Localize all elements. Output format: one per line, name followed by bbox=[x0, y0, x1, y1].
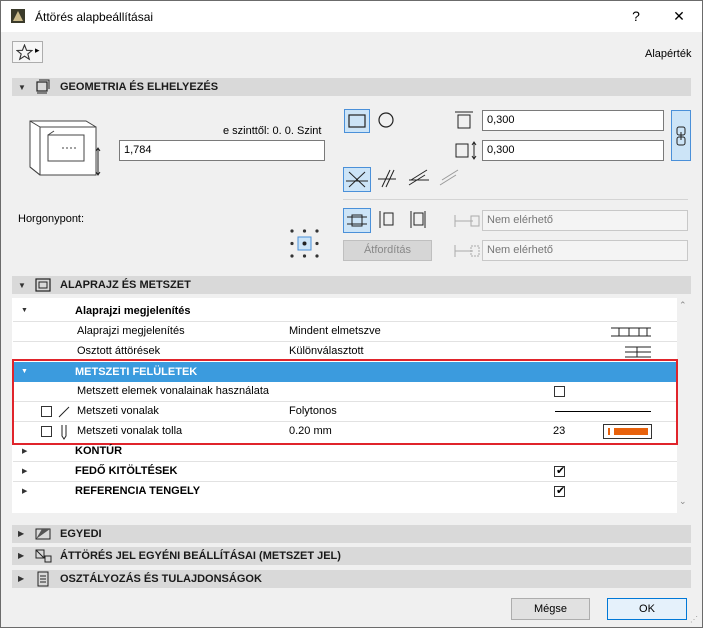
default-label: Alapérték bbox=[645, 48, 692, 60]
document-icon bbox=[37, 571, 49, 587]
collapsed-icon: ▶ bbox=[22, 488, 28, 495]
depth-icon-1 bbox=[454, 215, 480, 227]
scroll-down-icon[interactable]: ⌄ bbox=[679, 496, 687, 507]
help-button[interactable]: ? bbox=[613, 1, 659, 32]
star-icon bbox=[16, 44, 33, 61]
group-cover-fills[interactable]: ▶ FEDŐ KITÖLTÉSEK ✔ bbox=[13, 462, 677, 482]
circle-shape-button[interactable] bbox=[374, 109, 400, 133]
circle-icon bbox=[378, 112, 394, 128]
orientation-option-2[interactable] bbox=[374, 167, 402, 192]
anchor-label: Horgonypont: bbox=[18, 213, 85, 225]
ok-button[interactable]: OK bbox=[607, 598, 687, 620]
checkmark-icon: ✔ bbox=[556, 465, 566, 477]
rectangle-icon bbox=[348, 114, 366, 128]
row-value[interactable]: Mindent elmetszve bbox=[289, 325, 381, 337]
geometry-separator bbox=[343, 199, 688, 200]
table-row[interactable]: Alaprajzi megjelenítés Mindent elmetszve bbox=[13, 322, 677, 342]
cancel-button[interactable]: Mégse bbox=[511, 598, 590, 620]
window-title: Áttörés alapbeállításai bbox=[35, 10, 154, 24]
favorites-arrow-icon: ▸ bbox=[35, 45, 40, 55]
width-field[interactable]: 0,300 bbox=[482, 110, 664, 131]
checkmark-icon: ✔ bbox=[556, 485, 566, 497]
close-button[interactable]: ✕ bbox=[656, 1, 702, 32]
rectangle-shape-button[interactable] bbox=[344, 109, 370, 133]
favorites-button[interactable]: ▸ bbox=[12, 41, 43, 63]
display-mode-icon bbox=[611, 327, 651, 337]
collapse-icon: ▼ bbox=[18, 281, 26, 290]
collapsed-icon: ▶ bbox=[18, 551, 25, 560]
highlight-frame bbox=[12, 359, 678, 445]
row-name: Alaprajzi megjelenítés bbox=[77, 325, 185, 337]
dialog-window: Áttörés alapbeállításai ? ✕ ▸ Alapérték … bbox=[0, 0, 703, 628]
group-label: REFERENCIA TENGELY bbox=[75, 485, 201, 497]
scroll-up-icon[interactable]: ⌃ bbox=[679, 300, 687, 311]
section-custom-label: EGYEDI bbox=[60, 528, 102, 540]
perpendicular-cut-icon bbox=[346, 171, 368, 188]
group-floorplan-display[interactable]: ▼ Alaprajzi megjelenítés bbox=[13, 302, 677, 322]
app-icon bbox=[11, 9, 25, 23]
group-reference-axis[interactable]: ▶ REFERENCIA TENGELY ✔ bbox=[13, 482, 677, 502]
custom-cut-icon bbox=[439, 169, 459, 186]
geometry-icon bbox=[36, 79, 50, 94]
collapsed-icon: ▶ bbox=[18, 529, 25, 538]
group-label: Alaprajzi megjelenítés bbox=[75, 305, 191, 317]
cover-fills-checkbox[interactable]: ✔ bbox=[554, 465, 566, 477]
reveal-option-1[interactable] bbox=[343, 208, 371, 233]
horizontal-cut-icon bbox=[408, 169, 429, 186]
split-openings-icon bbox=[625, 346, 651, 358]
reveal-option-2[interactable] bbox=[374, 208, 402, 233]
section-geometry[interactable]: ▼ GEOMETRIA ÉS ELHELYEZÉS bbox=[12, 78, 691, 96]
depth-icon-2 bbox=[454, 245, 480, 257]
elevation-field[interactable]: 1,784 bbox=[119, 140, 325, 161]
orientation-option-3[interactable] bbox=[405, 167, 433, 192]
section-marker[interactable]: ▶ ÁTTÖRÉS JEL EGYÉNI BEÁLLÍTÁSAI (METSZE… bbox=[12, 547, 691, 565]
reveal-both-icon bbox=[347, 214, 367, 227]
orientation-option-4[interactable] bbox=[436, 167, 464, 192]
level-label: e szinttől: 0. 0. Szint bbox=[223, 125, 322, 137]
opening-preview-icon bbox=[29, 120, 101, 176]
link-dimensions-button[interactable] bbox=[671, 110, 691, 161]
reveal-option-3[interactable] bbox=[405, 208, 433, 233]
section-floorplan[interactable]: ▼ ALAPRAJZ ÉS METSZET bbox=[12, 276, 691, 294]
group-contour[interactable]: ▶ KONTÚR bbox=[13, 442, 677, 462]
row-value[interactable]: Különválasztott bbox=[289, 345, 364, 357]
section-geometry-label: GEOMETRIA ÉS ELHELYEZÉS bbox=[60, 81, 219, 93]
section-floorplan-label: ALAPRAJZ ÉS METSZET bbox=[60, 279, 191, 291]
chain-link-icon bbox=[676, 126, 686, 146]
section-classification-label: OSZTÁLYOZÁS ÉS TULAJDONSÁGOK bbox=[60, 573, 262, 585]
anchor-point-picker[interactable] bbox=[288, 227, 321, 260]
expanded-icon: ▼ bbox=[21, 307, 28, 314]
section-classification[interactable]: ▶ OSZTÁLYOZÁS ÉS TULAJDONSÁGOK bbox=[12, 570, 691, 588]
vertical-cut-icon bbox=[378, 169, 396, 188]
floorplan-icon bbox=[35, 278, 51, 292]
marker-icon bbox=[35, 549, 52, 563]
section-marker-label: ÁTTÖRÉS JEL EGYÉNI BEÁLLÍTÁSAI (METSZET … bbox=[60, 550, 341, 562]
orientation-option-1[interactable] bbox=[343, 167, 371, 192]
custom-icon bbox=[35, 528, 51, 540]
height-icon bbox=[455, 141, 477, 160]
title-bar: Áttörés alapbeállításai ? ✕ bbox=[1, 1, 702, 32]
section-custom[interactable]: ▶ EGYEDI bbox=[12, 525, 691, 543]
collapsed-icon: ▶ bbox=[22, 448, 28, 455]
collapsed-icon: ▶ bbox=[18, 574, 25, 583]
collapse-icon: ▼ bbox=[18, 83, 26, 92]
height-field[interactable]: 0,300 bbox=[482, 140, 664, 161]
collapsed-icon: ▶ bbox=[22, 468, 28, 475]
row-name: Osztott áttörések bbox=[77, 345, 161, 357]
flip-button[interactable]: Átfordítás bbox=[343, 240, 432, 261]
unavailable-field-2: Nem elérhető bbox=[482, 240, 688, 261]
group-label: FEDŐ KITÖLTÉSEK bbox=[75, 465, 178, 477]
reference-axis-checkbox[interactable]: ✔ bbox=[554, 485, 566, 497]
reveal-left-icon bbox=[379, 211, 394, 228]
tree-scrollbar[interactable]: ⌃ ⌄ bbox=[677, 298, 691, 513]
unavailable-field-1: Nem elérhető bbox=[482, 210, 688, 231]
resize-grip-icon[interactable]: ⋰ bbox=[690, 615, 698, 624]
reveal-right-icon bbox=[410, 211, 426, 228]
width-icon bbox=[455, 111, 473, 129]
group-label: KONTÚR bbox=[75, 445, 123, 457]
